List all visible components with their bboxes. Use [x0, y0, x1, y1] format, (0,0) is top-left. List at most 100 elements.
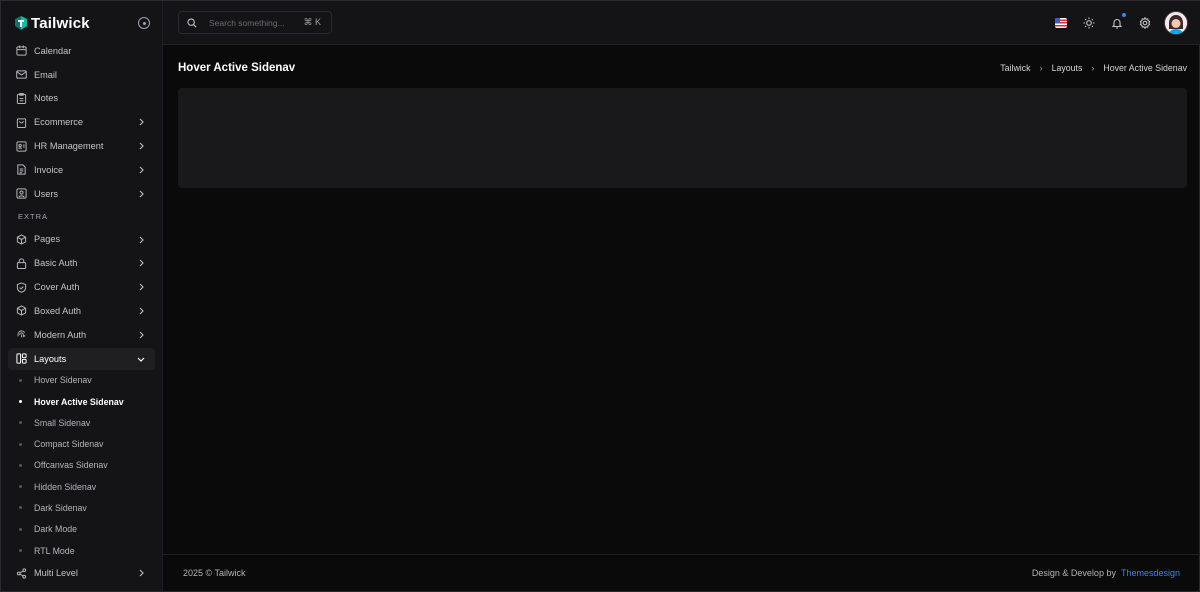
submenu-item-label: Hover Active Sidenav	[34, 396, 124, 407]
chevron-right-icon	[139, 569, 144, 577]
chevron-right-icon	[139, 166, 144, 174]
sidebar-item-email[interactable]: Email	[8, 63, 155, 87]
chevron-down-icon	[137, 357, 145, 362]
sidebar-item-label: Basic Auth	[34, 258, 78, 269]
bullet-dot	[19, 378, 22, 382]
sidebar-item-label: Ecommerce	[34, 117, 84, 128]
submenu-item-hidden-sidenav[interactable]: Hidden Sidenav	[8, 476, 155, 497]
language-flag-icon[interactable]	[1054, 16, 1068, 30]
search-icon	[187, 17, 197, 28]
mail-icon	[15, 69, 27, 81]
chevron-right-icon	[139, 118, 144, 126]
search-shortcut: ⌘ K	[303, 17, 321, 27]
calendar-icon	[15, 45, 27, 57]
search-input[interactable]: Search something...	[209, 18, 285, 28]
app-window: Tailwick Calendar Email Notes Ecommerce	[0, 0, 1200, 592]
bullet-dot	[19, 463, 22, 467]
submenu-item-rtl-mode[interactable]: RTL Mode	[8, 540, 155, 561]
layout-icon	[15, 353, 27, 365]
bullet-dot	[19, 400, 22, 403]
gear-icon[interactable]	[1138, 16, 1152, 30]
submenu-item-label: Small Sidenav	[34, 417, 91, 428]
sidebar-item-invoice[interactable]: Invoice	[8, 158, 155, 182]
submenu-item-hover-sidenav[interactable]: Hover Sidenav	[8, 370, 155, 391]
sidebar-item-calendar[interactable]: Calendar	[8, 39, 155, 63]
logo-icon	[15, 16, 27, 30]
footer-credit-text: Design & Develop by	[1031, 568, 1116, 578]
lock-icon	[15, 257, 27, 269]
chevron-right-icon: ›	[1091, 63, 1095, 73]
submenu-item-label: Dark Mode	[34, 524, 78, 535]
footer-credit-link[interactable]: Themesdesign	[1121, 568, 1180, 578]
breadcrumb-item[interactable]: Tailwick	[1000, 63, 1030, 73]
chevron-right-icon	[139, 331, 144, 339]
sidebar-item-notes[interactable]: Notes	[8, 87, 155, 111]
footer-copyright: 2025 © Tailwick	[183, 568, 246, 578]
user-square-icon	[15, 188, 27, 200]
bullet-dot	[19, 549, 22, 553]
sidebar-item-multi-level[interactable]: Multi Level	[8, 561, 155, 585]
sidebar-item-boxed-auth[interactable]: Boxed Auth	[8, 299, 155, 323]
sidebar-item-hr-management[interactable]: HR Management	[8, 134, 155, 158]
sidebar-item-layouts[interactable]: Layouts	[8, 347, 155, 370]
breadcrumb-item-current: Hover Active Sidenav	[1103, 63, 1187, 73]
sidebar-item-label: Cover Auth	[34, 282, 80, 293]
clipboard-icon	[15, 92, 27, 104]
bell-icon[interactable]	[1110, 13, 1126, 30]
sidebar-item-label: Boxed Auth	[34, 305, 81, 316]
shield-check-icon	[15, 281, 27, 293]
topbar-actions	[1040, 11, 1188, 35]
sidebar-item-label: Pages	[34, 234, 61, 245]
sidebar-item-cover-auth[interactable]: Cover Auth	[8, 275, 155, 299]
sidebar-item-label: Email	[34, 69, 57, 80]
submenu-item-dark-mode[interactable]: Dark Mode	[8, 519, 155, 540]
user-avatar-image	[1165, 12, 1187, 34]
sidebar-item-basic-auth[interactable]: Basic Auth	[8, 251, 155, 275]
submenu-item-dark-sidenav[interactable]: Dark Sidenav	[8, 497, 155, 518]
topbar: Search something... ⌘ K	[163, 1, 1200, 45]
sidebar-item-pages[interactable]: Pages	[8, 228, 155, 252]
page-header: Hover Active Sidenav Tailwick › Layouts …	[178, 61, 1187, 79]
sidebar-item-label: Calendar	[34, 45, 72, 56]
chevron-right-icon	[139, 259, 144, 267]
submenu-item-label: Compact Sidenav	[34, 439, 104, 450]
submenu-item-label: Dark Sidenav	[34, 502, 87, 513]
breadcrumb: Tailwick › Layouts › Hover Active Sidena…	[1000, 63, 1187, 73]
chevron-right-icon	[139, 283, 144, 291]
bullet-dot	[19, 527, 22, 531]
sidebar-item-ecommerce[interactable]: Ecommerce	[8, 110, 155, 134]
sidebar-toggle-icon[interactable]	[138, 17, 150, 29]
chevron-right-icon	[139, 307, 144, 315]
sidebar-nav: Calendar Email Notes Ecommerce HR Manage…	[8, 39, 155, 585]
notification-dot	[1122, 13, 1126, 17]
sidebar-item-label: Multi Level	[34, 568, 78, 579]
breadcrumb-item[interactable]: Layouts	[1052, 63, 1083, 73]
submenu-item-small-sidenav[interactable]: Small Sidenav	[8, 412, 155, 433]
page-title: Hover Active Sidenav	[178, 62, 296, 74]
submenu-item-label: RTL Mode	[34, 545, 75, 556]
bullet-dot	[19, 421, 22, 425]
search-box[interactable]: Search something... ⌘ K	[178, 11, 332, 34]
toggle-dot	[142, 21, 146, 25]
sidebar-item-label: Notes	[34, 93, 59, 104]
boxes-icon	[15, 233, 27, 245]
section-title-extra: EXTRA	[18, 212, 49, 222]
sidebar-item-label: Invoice	[34, 164, 64, 175]
id-card-icon	[15, 140, 27, 152]
bullet-dot	[19, 506, 22, 510]
submenu-item-label: Hidden Sidenav	[34, 481, 97, 492]
sidebar-item-label: Modern Auth	[34, 329, 87, 340]
sidebar-item-users[interactable]: Users	[8, 182, 155, 206]
sidebar-item-modern-auth[interactable]: Modern Auth	[8, 323, 155, 347]
sidebar-item-label: HR Management	[34, 141, 104, 152]
sun-icon[interactable]	[1082, 16, 1096, 30]
submenu-item-compact-sidenav[interactable]: Compact Sidenav	[8, 433, 155, 454]
logo[interactable]: Tailwick	[15, 13, 90, 33]
bullet-dot	[19, 485, 22, 489]
submenu-item-offcanvas-sidenav[interactable]: Offcanvas Sidenav	[8, 455, 155, 476]
submenu-item-hover-active-sidenav[interactable]: Hover Active Sidenav	[8, 391, 155, 412]
us-flag	[1055, 18, 1067, 28]
avatar[interactable]	[1164, 11, 1188, 35]
submenu-item-label: Offcanvas Sidenav	[34, 460, 108, 471]
file-text-icon	[15, 164, 27, 176]
